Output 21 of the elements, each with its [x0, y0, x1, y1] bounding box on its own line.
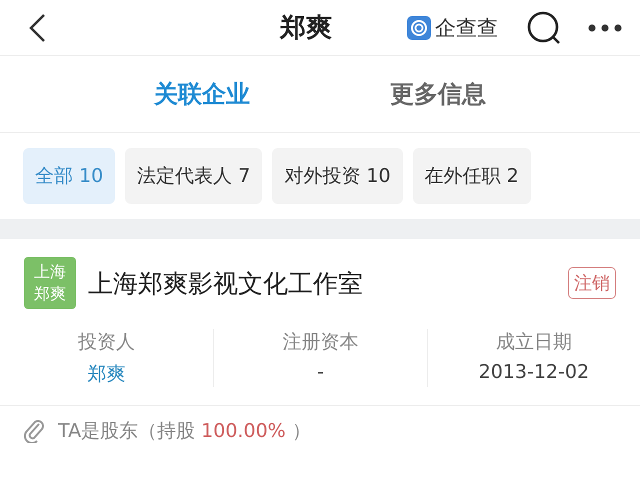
page-title: 郑爽 — [280, 12, 332, 45]
field-label: 成立日期 — [496, 330, 572, 355]
status-tag: 注销 — [568, 267, 616, 299]
field-label: 注册资本 — [282, 330, 358, 355]
field-value: - — [317, 361, 324, 383]
back-icon[interactable] — [28, 12, 46, 42]
paperclip-icon — [24, 419, 46, 443]
shareholding-text: TA是股东（持股 100.00% ） — [58, 419, 311, 444]
more-icon[interactable] — [588, 24, 622, 32]
search-icon[interactable] — [526, 10, 562, 46]
filter-chip[interactable]: 在外任职 2 — [412, 148, 531, 204]
filter-chip[interactable]: 对外投资 10 — [272, 148, 403, 204]
investor-link[interactable]: 郑爽 — [88, 361, 126, 387]
company-name[interactable]: 上海郑爽影视文化工作室 — [88, 266, 363, 300]
brand-name: 企查查 — [435, 14, 498, 42]
field-value: 2013-12-02 — [478, 361, 590, 383]
filter-chip[interactable]: 法定代表人 7 — [125, 148, 262, 204]
field-label: 投资人 — [78, 330, 136, 355]
brand-logo-icon — [407, 16, 431, 40]
company-logo: 上海郑爽 — [24, 257, 76, 309]
tab[interactable]: 更多信息 — [390, 56, 486, 132]
